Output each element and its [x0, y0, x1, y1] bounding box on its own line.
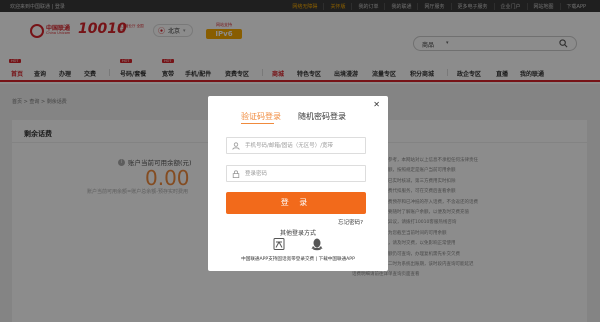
phone-input[interactable] — [245, 141, 363, 151]
tab-password-login[interactable]: 随机密码登录 — [298, 111, 346, 122]
phone-field[interactable] — [226, 137, 366, 154]
app-login-icon[interactable] — [272, 237, 286, 251]
tab-underline — [241, 123, 274, 124]
user-icon — [232, 142, 240, 150]
login-modal: ✕ 验证码登录 随机密码登录 登 录 忘记密码? 其他登录方式 中国联 — [208, 96, 388, 271]
app-download-note[interactable]: 中国联通APP支持固话宽带登录交费 | 下载中国联通APP — [208, 256, 388, 262]
lock-icon — [232, 170, 240, 178]
other-login-icons — [270, 237, 350, 253]
tab-sms-login[interactable]: 验证码登录 — [241, 111, 281, 122]
password-input[interactable] — [245, 169, 363, 179]
password-field[interactable] — [226, 165, 366, 182]
forgot-password-link[interactable]: 忘记密码? — [338, 218, 363, 226]
qq-icon[interactable] — [310, 237, 324, 251]
other-login-title: 其他登录方式 — [279, 230, 316, 237]
login-button[interactable]: 登 录 — [226, 192, 366, 214]
close-icon[interactable]: ✕ — [373, 100, 380, 109]
